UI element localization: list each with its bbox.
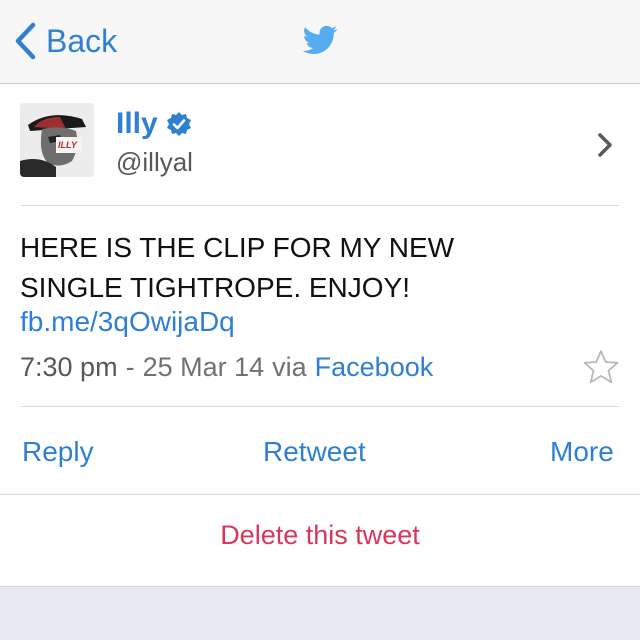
via-label: via xyxy=(272,352,307,382)
tweet-text-line: SINGLE TIGHTROPE. ENJOY! xyxy=(20,272,411,303)
tweet-meta: 7:30 pm - 25 Mar 14 via Facebook xyxy=(20,352,433,383)
divider xyxy=(20,406,620,407)
verified-badge-icon xyxy=(166,112,191,136)
more-button[interactable]: More xyxy=(550,436,614,468)
tweet-actions: Reply Retweet More xyxy=(0,408,640,494)
avatar-image: ILLY xyxy=(20,103,94,177)
reply-button[interactable]: Reply xyxy=(22,436,94,468)
navigation-bar: Back xyxy=(0,0,640,84)
twitter-bird-icon xyxy=(302,25,338,54)
back-label: Back xyxy=(46,22,118,59)
svg-text:ILLY: ILLY xyxy=(58,140,78,150)
chevron-left-icon xyxy=(15,22,36,60)
tweet-author-row[interactable]: ILLY Illy @illyal xyxy=(0,85,640,205)
tweet-text: HERE IS THE CLIP FOR MY NEW SINGLE TIGHT… xyxy=(20,228,580,308)
tweet-time: 7:30 pm xyxy=(20,352,118,382)
tweet-text-line: HERE IS THE CLIP FOR MY NEW xyxy=(20,232,455,263)
divider xyxy=(20,205,620,206)
delete-tweet-button[interactable]: Delete this tweet xyxy=(0,520,640,551)
divider xyxy=(0,494,640,495)
star-outline-icon[interactable] xyxy=(582,348,620,386)
footer-area xyxy=(0,586,640,640)
retweet-button[interactable]: Retweet xyxy=(263,436,366,468)
back-button[interactable]: Back xyxy=(14,20,117,62)
author-name-row: Illy xyxy=(116,107,192,141)
tweet-link[interactable]: fb.me/3qOwijaDq xyxy=(20,306,235,338)
tweet-date: 25 Mar 14 xyxy=(142,352,265,382)
author-name: Illy xyxy=(116,107,158,140)
meta-separator: - xyxy=(125,352,135,382)
via-source-link[interactable]: Facebook xyxy=(315,352,434,383)
chevron-right-icon[interactable] xyxy=(596,131,614,159)
avatar[interactable]: ILLY xyxy=(20,103,94,177)
author-handle: @illyal xyxy=(116,147,193,177)
